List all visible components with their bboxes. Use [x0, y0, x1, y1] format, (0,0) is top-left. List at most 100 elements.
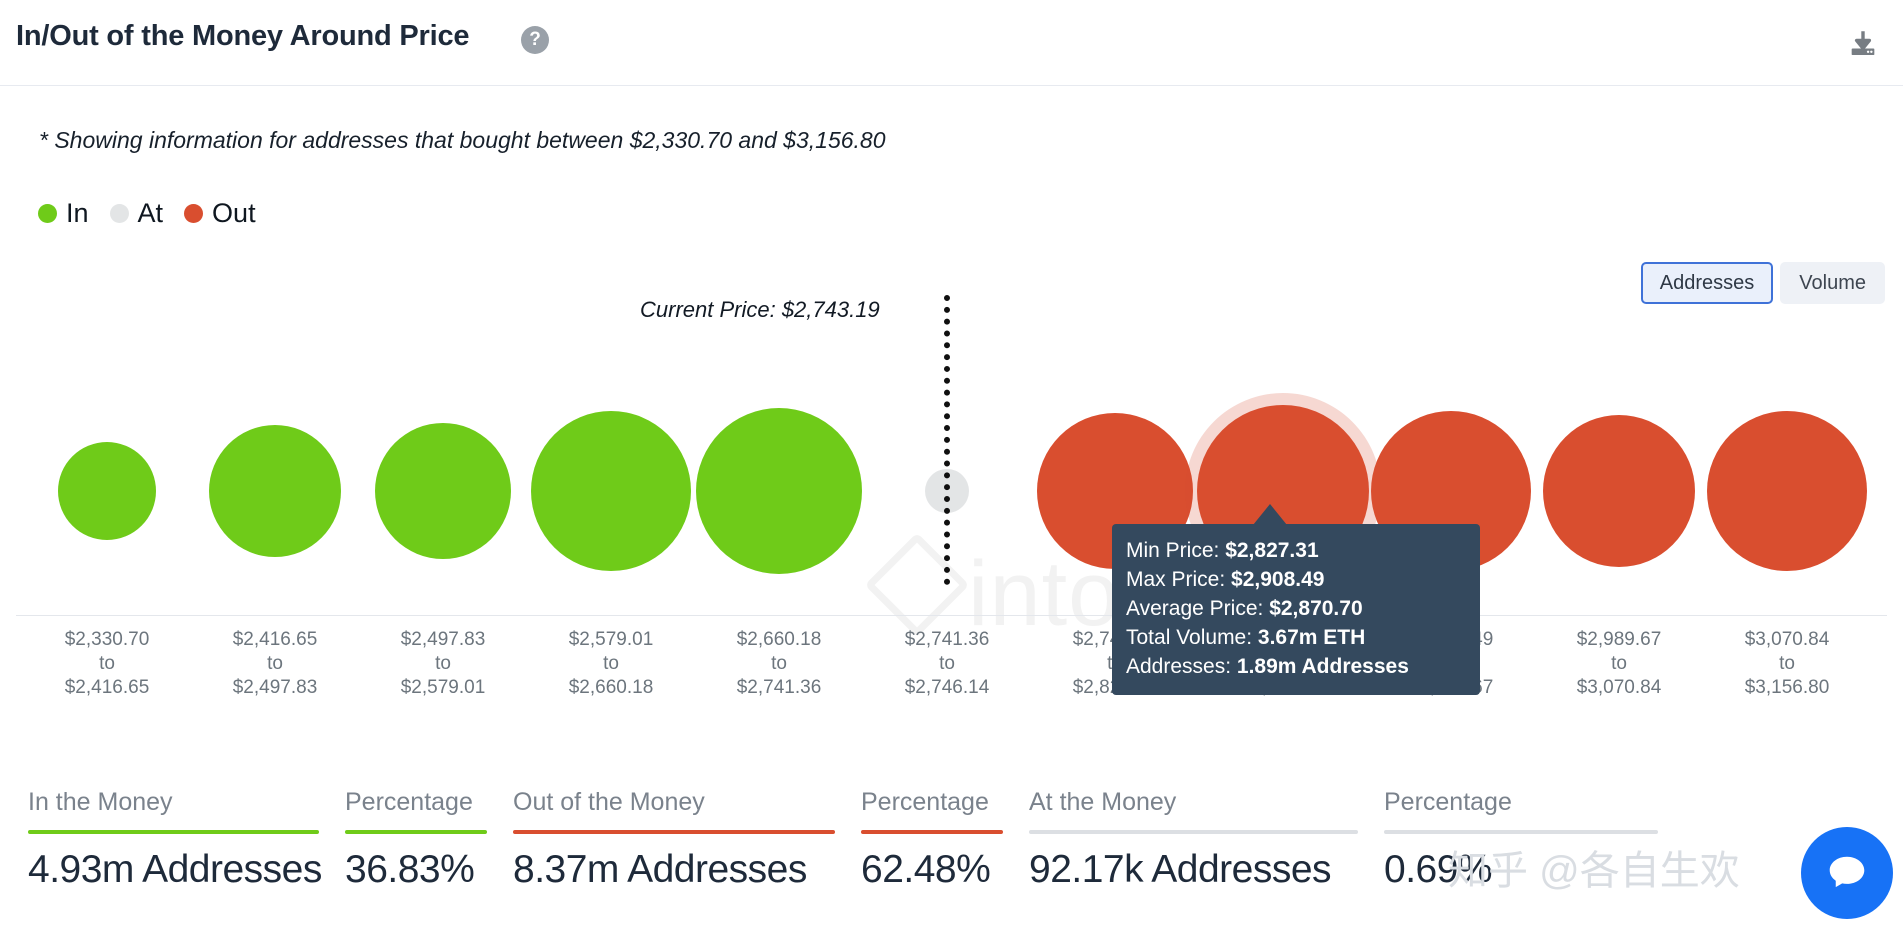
stat-card-5: Percentage 0.69%: [1384, 788, 1684, 925]
chart-baseline: [16, 615, 1887, 616]
x-axis-tick-9-mid: to: [1611, 653, 1627, 674]
x-axis-tick-1-mid: to: [267, 653, 283, 674]
stat-value-0: 4.93m Addresses: [28, 848, 322, 891]
x-axis-tick-2-mid: to: [435, 653, 451, 674]
tooltip-row-max-price: Max Price: $2,908.49: [1126, 565, 1466, 594]
tooltip-label-total-volume: Total Volume:: [1126, 626, 1253, 649]
tooltip-value-min-price: $2,827.31: [1225, 539, 1319, 562]
page-title: In/Out of the Money Around Price: [16, 20, 470, 52]
x-axis-tick-9: $2,989.67 to $3,070.84: [1535, 628, 1703, 700]
stat-value-3: 62.48%: [861, 848, 991, 891]
legend-dot-in-icon: [38, 204, 57, 223]
chart-legend: In At Out: [38, 198, 277, 229]
current-price-label: Current Price: $2,743.19: [640, 297, 880, 322]
x-axis-tick-0-top: $2,330.70: [64, 629, 150, 650]
stat-value-2: 8.37m Addresses: [513, 848, 807, 891]
stat-rule-3: [861, 830, 1003, 834]
bubble-in-4[interactable]: [696, 408, 862, 574]
x-axis-tick-1-bottom: $2,497.83: [232, 677, 318, 698]
metric-toggle-group: Addresses Volume: [1640, 262, 1885, 304]
current-price-line: [944, 295, 950, 585]
legend-label-out: Out: [212, 198, 256, 228]
x-axis-tick-3-bottom: $2,660.18: [568, 677, 654, 698]
x-axis-tick-1: $2,416.65 to $2,497.83: [191, 628, 359, 700]
brand-watermark-icon: [864, 532, 970, 638]
bubble-out-10[interactable]: [1707, 411, 1867, 571]
tooltip-row-addresses: Addresses: 1.89m Addresses: [1126, 652, 1466, 681]
stat-rule-1: [345, 830, 487, 834]
bubble-tooltip: Min Price: $2,827.31 Max Price: $2,908.4…: [1112, 524, 1480, 695]
x-axis-tick-10-top: $3,070.84: [1744, 629, 1830, 650]
x-axis-tick-2-top: $2,497.83: [400, 629, 486, 650]
bubble-in-3[interactable]: [531, 411, 691, 571]
stat-label-3: Percentage: [861, 788, 989, 816]
stat-label-0: In the Money: [28, 788, 173, 816]
x-axis-tick-2-bottom: $2,579.01: [400, 677, 486, 698]
x-axis-tick-9-bottom: $3,070.84: [1576, 677, 1662, 698]
bubble-chart: intotheblock Current Price: $2,743.19: [0, 295, 1903, 645]
x-axis-tick-0-bottom: $2,416.65: [64, 677, 150, 698]
download-icon[interactable]: [1841, 22, 1885, 66]
tooltip-row-average-price: Average Price: $2,870.70: [1126, 594, 1466, 623]
tooltip-value-addresses: 1.89m Addresses: [1236, 655, 1409, 678]
stat-label-4: At the Money: [1029, 788, 1177, 816]
stat-value-4: 92.17k Addresses: [1029, 848, 1332, 891]
panel-header: In/Out of the Money Around Price ?: [0, 0, 1903, 86]
x-axis-tick-10-mid: to: [1779, 653, 1795, 674]
toggle-addresses-button[interactable]: Addresses: [1640, 262, 1774, 304]
stat-card-0: In the Money 4.93m Addresses: [0, 788, 345, 925]
chat-bubble-icon: [1829, 856, 1865, 888]
stat-rule-5: [1384, 830, 1658, 834]
x-axis-tick-3: $2,579.01 to $2,660.18: [527, 628, 695, 700]
legend-item-out[interactable]: Out: [184, 198, 256, 229]
x-axis-tick-2: $2,497.83 to $2,579.01: [359, 628, 527, 700]
legend-item-at[interactable]: At: [109, 198, 164, 229]
bubble-in-2[interactable]: [375, 423, 511, 559]
legend-dot-out-icon: [184, 204, 204, 223]
x-axis-tick-5-bottom: $2,746.14: [904, 677, 990, 698]
tooltip-row-total-volume: Total Volume: 3.67m ETH: [1126, 623, 1466, 652]
x-axis-tick-5-top: $2,741.36: [904, 629, 990, 650]
x-axis-tick-0-mid: to: [99, 653, 115, 674]
legend-label-at: At: [137, 198, 164, 228]
x-axis-labels: $2,330.70 to $2,416.65 $2,416.65 to $2,497.83…: [0, 628, 1903, 728]
summary-stats-row: In the Money 4.93m Addresses Percentage 36.…: [0, 788, 1903, 925]
x-axis-tick-4-bottom: $2,741.36: [736, 677, 822, 698]
bubble-in-0[interactable]: [58, 442, 156, 540]
x-axis-tick-10-bottom: $3,156.80: [1744, 677, 1830, 698]
x-axis-tick-3-top: $2,579.01: [568, 629, 654, 650]
x-axis-tick-5: $2,741.36 to $2,746.14: [863, 628, 1031, 700]
x-axis-tick-3-mid: to: [603, 653, 619, 674]
question-mark-icon[interactable]: ?: [521, 26, 549, 54]
tooltip-value-total-volume: 3.67m ETH: [1257, 626, 1366, 649]
chart-panel: In/Out of the Money Around Price ? * Sho…: [0, 0, 1903, 925]
stat-card-1: Percentage 36.83%: [345, 788, 513, 925]
x-axis-tick-0: $2,330.70 to $2,416.65: [23, 628, 191, 700]
stat-value-5: 0.69%: [1384, 848, 1493, 891]
toggle-volume-button[interactable]: Volume: [1780, 262, 1885, 304]
stat-rule-0: [28, 830, 319, 834]
x-axis-tick-4-top: $2,660.18: [736, 629, 822, 650]
tooltip-label-max-price: Max Price:: [1126, 568, 1226, 591]
x-axis-tick-4: $2,660.18 to $2,741.36: [695, 628, 863, 700]
legend-dot-at-icon: [109, 204, 129, 223]
bubble-in-1[interactable]: [209, 425, 341, 557]
stat-value-1: 36.83%: [345, 848, 475, 891]
bubble-out-9[interactable]: [1543, 415, 1695, 567]
tooltip-label-min-price: Min Price:: [1126, 539, 1220, 562]
chat-support-button[interactable]: [1801, 827, 1893, 919]
x-axis-tick-10: $3,070.84 to $3,156.80: [1703, 628, 1871, 700]
x-axis-tick-1-top: $2,416.65: [232, 629, 318, 650]
stat-rule-2: [513, 830, 835, 834]
tooltip-arrow-icon: [1253, 504, 1287, 525]
stat-label-2: Out of the Money: [513, 788, 705, 816]
tooltip-label-addresses: Addresses:: [1126, 655, 1232, 678]
tooltip-row-min-price: Min Price: $2,827.31: [1126, 536, 1466, 565]
tooltip-label-average-price: Average Price:: [1126, 597, 1264, 620]
stat-card-3: Percentage 62.48%: [861, 788, 1029, 925]
stat-label-5: Percentage: [1384, 788, 1512, 816]
stat-rule-4: [1029, 830, 1358, 834]
x-axis-tick-9-top: $2,989.67: [1576, 629, 1662, 650]
stat-label-1: Percentage: [345, 788, 473, 816]
legend-item-in[interactable]: In: [38, 198, 89, 229]
